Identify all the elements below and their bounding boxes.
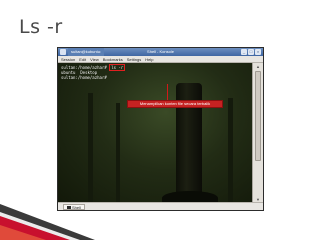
highlighted-command: ls -r xyxy=(109,64,126,71)
menu-edit[interactable]: Edit xyxy=(79,56,86,62)
session-tab[interactable]: Shell xyxy=(63,204,85,210)
terminal-line: sultan:/home/azhar# xyxy=(61,75,107,80)
menu-session[interactable]: Session xyxy=(61,56,75,62)
terminal-icon xyxy=(67,205,71,209)
vertical-scrollbar[interactable]: ▲ ▼ xyxy=(252,63,263,204)
terminal-output: sultan:/home/azhar# ls -r ubuntu Desktop… xyxy=(61,64,126,80)
window-title: Shell - Konsole xyxy=(147,49,174,54)
scroll-up-icon[interactable]: ▲ xyxy=(255,64,261,70)
scrollbar-thumb[interactable] xyxy=(255,71,261,161)
session-tab-label: Shell xyxy=(72,204,81,210)
background-tree xyxy=(116,103,120,204)
close-button[interactable]: × xyxy=(255,49,261,55)
window-titlebar[interactable]: sultan@kubuntu: Shell - Konsole _ □ × xyxy=(58,48,263,56)
annotation-callout: Menampilkan konten file secara terbalik xyxy=(127,100,223,108)
menu-bookmarks[interactable]: Bookmarks xyxy=(103,56,123,62)
background-tree xyxy=(88,93,93,204)
terminal-area[interactable]: sultan:/home/azhar# ls -r ubuntu Desktop… xyxy=(58,63,254,204)
menu-help[interactable]: Help xyxy=(145,56,153,62)
minimize-button[interactable]: _ xyxy=(241,49,247,55)
konsole-window: sultan@kubuntu: Shell - Konsole _ □ × Se… xyxy=(57,47,264,211)
menu-bar: Session Edit View Bookmarks Settings Hel… xyxy=(58,56,263,63)
session-tab-bar: Shell xyxy=(58,202,263,210)
menu-settings[interactable]: Settings xyxy=(127,56,141,62)
menu-view[interactable]: View xyxy=(90,56,99,62)
background-tree xyxy=(228,98,233,204)
slide-title: Ls -r xyxy=(19,16,63,38)
annotation-connector xyxy=(167,84,168,100)
maximize-button[interactable]: □ xyxy=(248,49,254,55)
